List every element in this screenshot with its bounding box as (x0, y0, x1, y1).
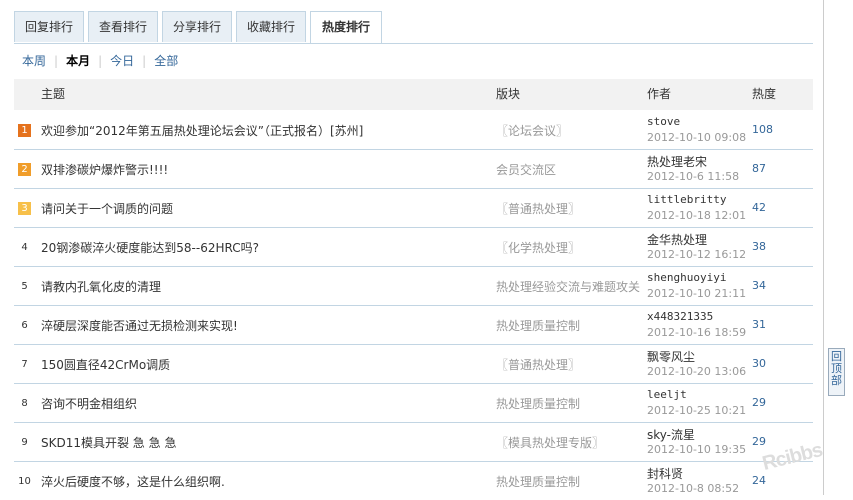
thread-link[interactable]: 欢迎参加“2012年第五届热处理论坛会议”（正式报名）[苏州] (41, 122, 363, 139)
rank-badge: 10 (18, 476, 31, 487)
thread-link[interactable]: 20钢渗碳淬火硬度能达到58--62HRC吗? (41, 239, 259, 256)
heat-value[interactable]: 29 (752, 435, 766, 448)
post-date: 2012-10-25 10:21 (647, 404, 747, 417)
filter-separator: | (54, 54, 59, 68)
heat-value[interactable]: 34 (752, 279, 766, 292)
header-subject: 主题 (41, 87, 66, 101)
table-row: 2 双排渗碳炉爆炸警示!!!! 会员交流区 热处理老宋 2012-10-6 11… (14, 149, 813, 189)
rank-badge: 9 (21, 437, 28, 448)
filter-separator: | (98, 54, 103, 68)
thread-link[interactable]: 咨询不明金相组织 (41, 395, 137, 412)
post-date: 2012-10-8 08:52 (647, 482, 740, 495)
rank-badge: 7 (21, 359, 28, 370)
back-to-top-button[interactable]: 回顶部 (828, 348, 845, 396)
forum-link[interactable]: 会员交流区 (496, 161, 641, 178)
table-row: 6 淬硬层深度能否通过无损检测来实现! 热处理质量控制 x448321335 2… (14, 305, 813, 345)
post-date: 2012-10-20 13:06 (647, 365, 747, 378)
header-heat: 热度 (752, 87, 777, 101)
table-row: 4 20钢渗碳淬火硬度能达到58--62HRC吗? 〖化学热处理〗 金华热处理 … (14, 227, 813, 267)
rank-badge: 5 (21, 281, 28, 292)
header-author: 作者 (647, 87, 672, 101)
tab-favorite-ranking[interactable]: 收藏排行 (236, 11, 306, 42)
forum-link[interactable]: 热处理经验交流与难题攻关 (496, 278, 641, 295)
thread-link[interactable]: 150圆直径42CrMo调质 (41, 356, 170, 373)
author-link[interactable]: 封科贤 (647, 465, 683, 482)
time-filter: 本周 | 本月 | 今日 | 全部 (22, 52, 178, 70)
heat-value[interactable]: 38 (752, 240, 766, 253)
heat-value[interactable]: 87 (752, 162, 766, 175)
forum-link[interactable]: 〖化学热处理〗 (496, 239, 641, 256)
forum-link[interactable]: 〖普通热处理〗 (496, 200, 641, 217)
heat-value[interactable]: 108 (752, 123, 773, 136)
thread-link[interactable]: SKD11模具开裂 急 急 急 (41, 434, 176, 451)
heat-value[interactable]: 31 (752, 318, 766, 331)
filter-week[interactable]: 本周 (22, 54, 46, 68)
filter-today[interactable]: 今日 (110, 54, 134, 68)
forum-link[interactable]: 〖普通热处理〗 (496, 356, 641, 373)
author-link[interactable]: leeljt (647, 388, 687, 401)
table-row: 5 请教内孔氧化皮的清理 热处理经验交流与难题攻关 shenghuoyiyi 2… (14, 266, 813, 306)
table-header: 主题 版块 作者 热度 (14, 79, 813, 110)
rank-badge: 4 (21, 242, 28, 253)
table-row: 7 150圆直径42CrMo调质 〖普通热处理〗 飘零风尘 2012-10-20… (14, 344, 813, 384)
rank-badge: 8 (21, 398, 28, 409)
post-date: 2012-10-10 09:08 (647, 131, 747, 144)
author-link[interactable]: littlebritty (647, 193, 726, 206)
author-link[interactable]: sky-流星 (647, 426, 695, 443)
author-link[interactable]: 金华热处理 (647, 231, 707, 248)
forum-link[interactable]: 热处理质量控制 (496, 473, 641, 490)
post-date: 2012-10-10 19:35 (647, 443, 747, 456)
tab-heat-ranking[interactable]: 热度排行 (310, 11, 382, 43)
table-row: 3 请问关于一个调质的问题 〖普通热处理〗 littlebritty 2012-… (14, 188, 813, 228)
author-link[interactable]: 热处理老宋 (647, 153, 707, 170)
rank-badge: 2 (18, 163, 31, 176)
rank-badge: 3 (18, 202, 31, 215)
tab-reply-ranking[interactable]: 回复排行 (14, 11, 84, 42)
filter-month[interactable]: 本月 (66, 54, 90, 68)
ranking-tab-bar: 回复排行 查看排行 分享排行 收藏排行 热度排行 (14, 11, 813, 44)
tab-view-ranking[interactable]: 查看排行 (88, 11, 158, 42)
header-forum: 版块 (496, 87, 521, 101)
tab-share-ranking[interactable]: 分享排行 (162, 11, 232, 42)
post-date: 2012-10-16 18:59 (647, 326, 747, 339)
post-date: 2012-10-6 11:58 (647, 170, 740, 183)
thread-link[interactable]: 双排渗碳炉爆炸警示!!!! (41, 161, 168, 178)
author-link[interactable]: x448321335 (647, 310, 713, 323)
thread-link[interactable]: 请问关于一个调质的问题 (41, 200, 173, 217)
thread-link[interactable]: 淬硬层深度能否通过无损检测来实现! (41, 317, 238, 334)
filter-all[interactable]: 全部 (154, 54, 178, 68)
thread-link[interactable]: 请教内孔氧化皮的清理 (41, 278, 161, 295)
table-row: 9 SKD11模具开裂 急 急 急 〖模具热处理专版〗 sky-流星 2012-… (14, 422, 813, 462)
heat-value[interactable]: 29 (752, 396, 766, 409)
heat-value[interactable]: 42 (752, 201, 766, 214)
rank-badge: 1 (18, 124, 31, 137)
forum-link[interactable]: 〖论坛会议〗 (496, 122, 641, 139)
forum-link[interactable]: 〖模具热处理专版〗 (496, 434, 641, 451)
rank-badge: 6 (21, 320, 28, 331)
author-link[interactable]: shenghuoyiyi (647, 271, 726, 284)
heat-value[interactable]: 24 (752, 474, 766, 487)
forum-link[interactable]: 热处理质量控制 (496, 395, 641, 412)
table-row: 8 咨询不明金相组织 热处理质量控制 leeljt 2012-10-25 10:… (14, 383, 813, 423)
heat-value[interactable]: 30 (752, 357, 766, 370)
post-date: 2012-10-10 21:11 (647, 287, 747, 300)
table-row: 1 欢迎参加“2012年第五届热处理论坛会议”（正式报名）[苏州] 〖论坛会议〗… (14, 110, 813, 150)
thread-link[interactable]: 淬火后硬度不够，这是什么组织啊. (41, 473, 225, 490)
filter-separator: | (142, 54, 147, 68)
author-link[interactable]: stove (647, 115, 680, 128)
post-date: 2012-10-18 12:01 (647, 209, 747, 222)
forum-link[interactable]: 热处理质量控制 (496, 317, 641, 334)
author-link[interactable]: 飘零风尘 (647, 348, 695, 365)
post-date: 2012-10-12 16:12 (647, 248, 747, 261)
table-row: 10 淬火后硬度不够，这是什么组织啊. 热处理质量控制 封科贤 2012-10-… (14, 461, 813, 500)
